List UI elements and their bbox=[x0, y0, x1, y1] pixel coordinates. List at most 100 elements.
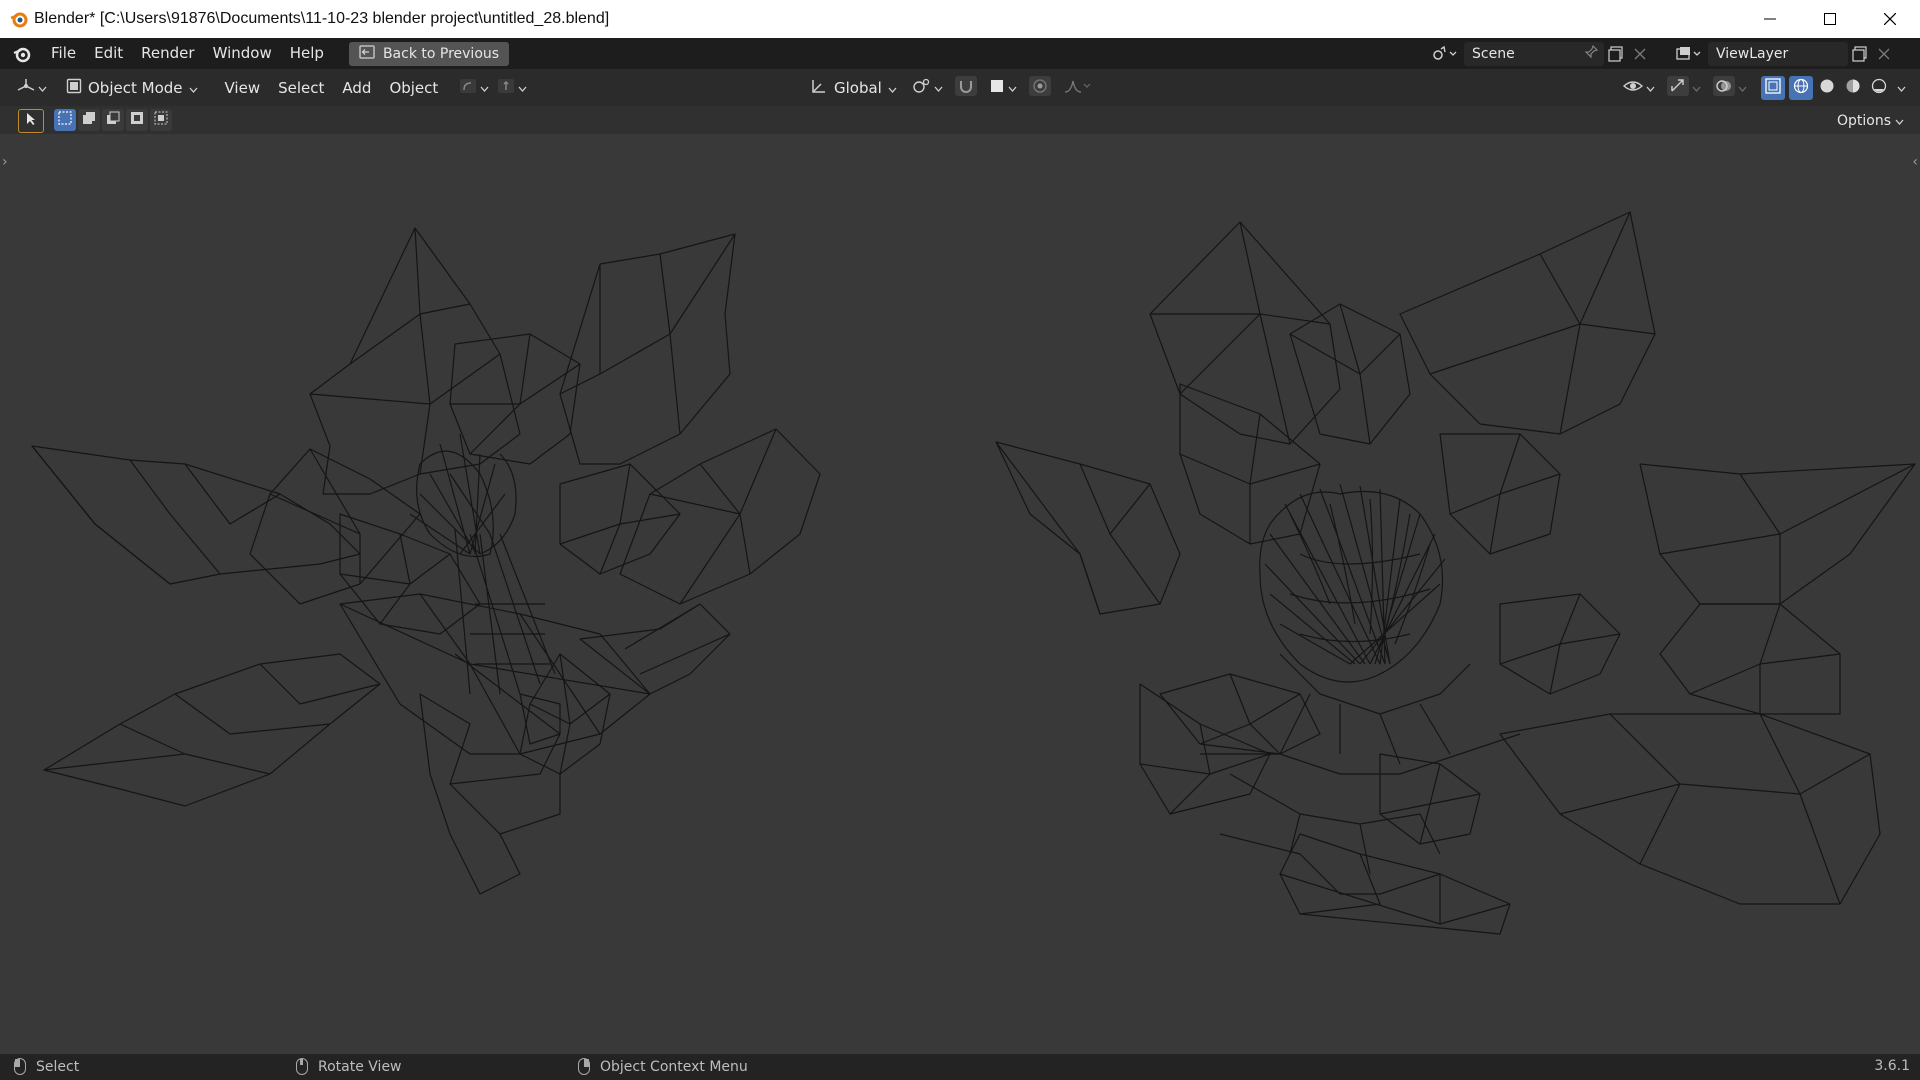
select-tool-button[interactable] bbox=[18, 109, 44, 133]
scene-name-field[interactable]: Scene bbox=[1464, 42, 1604, 66]
menu-object[interactable]: Object bbox=[380, 79, 447, 97]
selection-mode-group bbox=[54, 109, 172, 131]
back-to-previous-button[interactable]: Back to Previous bbox=[348, 41, 510, 66]
xray-toggle[interactable] bbox=[1761, 76, 1785, 100]
minimize-button[interactable] bbox=[1740, 0, 1800, 38]
chevron-down-icon bbox=[934, 80, 943, 96]
shading-mode-group bbox=[1789, 75, 1910, 101]
menu-help[interactable]: Help bbox=[281, 38, 333, 69]
chevron-down-icon bbox=[1738, 80, 1747, 96]
menu-window[interactable]: Window bbox=[204, 38, 281, 69]
status-left-click-label: Select bbox=[36, 1058, 80, 1075]
chevron-down-icon bbox=[1646, 80, 1655, 96]
snap-increment-icon bbox=[989, 78, 1005, 98]
3d-viewport[interactable]: › ‹ bbox=[0, 134, 1920, 1054]
scene-selector: Scene bbox=[1428, 42, 1652, 66]
overlays-icon bbox=[1713, 76, 1735, 100]
options-label: Options bbox=[1836, 113, 1891, 129]
editor-type-dropdown[interactable] bbox=[12, 75, 50, 101]
remove-scene-icon[interactable] bbox=[1628, 42, 1652, 66]
orientation-label: Global bbox=[834, 79, 882, 97]
mouse-left-click-icon bbox=[14, 1058, 26, 1075]
rendered-sphere-icon bbox=[1871, 78, 1887, 98]
object-mode-dropdown[interactable]: Object Mode bbox=[58, 74, 206, 101]
viewport-display-tools bbox=[1619, 75, 1910, 101]
falloff-dropdown[interactable] bbox=[1059, 75, 1097, 101]
blender-version: 3.6.1 bbox=[1874, 1058, 1910, 1074]
select-invert-button[interactable] bbox=[126, 109, 148, 131]
blender-logo-icon[interactable] bbox=[10, 42, 34, 66]
new-view-layer-icon[interactable] bbox=[1848, 42, 1872, 66]
3d-viewport-icon bbox=[16, 78, 36, 98]
view-layer-browse-dropdown[interactable] bbox=[1672, 42, 1708, 66]
select-new-icon bbox=[58, 111, 72, 129]
menu-add[interactable]: Add bbox=[333, 79, 380, 97]
snap-target-dropdown[interactable] bbox=[985, 75, 1021, 101]
cursor-arrow-icon bbox=[25, 112, 37, 130]
view-layer-name: ViewLayer bbox=[1716, 46, 1789, 62]
menu-edit[interactable]: Edit bbox=[85, 38, 132, 69]
close-button[interactable] bbox=[1860, 0, 1920, 38]
pivot-icon bbox=[911, 78, 931, 98]
menu-file[interactable]: File bbox=[42, 38, 85, 69]
status-right-click-label: Object Context Menu bbox=[600, 1058, 748, 1075]
overlays-toggle[interactable] bbox=[1709, 75, 1751, 101]
status-right-click: Object Context Menu bbox=[578, 1058, 748, 1075]
eye-icon bbox=[1622, 78, 1644, 98]
wireframe-shading-button[interactable] bbox=[1789, 76, 1813, 100]
select-invert-icon bbox=[130, 111, 144, 129]
gizmo-dropdown[interactable] bbox=[493, 75, 531, 101]
gizmos-toggle[interactable] bbox=[1663, 75, 1705, 101]
status-middle-click-label: Rotate View bbox=[318, 1058, 402, 1075]
select-intersect-icon bbox=[154, 111, 168, 129]
select-subtract-button[interactable] bbox=[102, 109, 124, 131]
proportional-editing-toggle[interactable] bbox=[1025, 75, 1055, 101]
options-dropdown[interactable]: Options bbox=[1829, 109, 1912, 133]
window-titlebar: Blender* [C:\Users\91876\Documents\11-10… bbox=[0, 0, 1920, 38]
select-extend-button[interactable] bbox=[78, 109, 100, 131]
right-flower-wireframe bbox=[995, 211, 1916, 935]
gizmo-icon bbox=[497, 78, 515, 98]
chevron-down-icon bbox=[1897, 80, 1906, 96]
link-dropdown[interactable] bbox=[455, 75, 493, 101]
menu-view[interactable]: View bbox=[216, 79, 270, 97]
select-subtract-icon bbox=[106, 111, 120, 129]
transform-orientation-dropdown[interactable]: Global bbox=[804, 77, 903, 99]
status-bar: Select Rotate View Object Context Menu 3… bbox=[0, 1054, 1920, 1080]
new-scene-icon[interactable] bbox=[1604, 42, 1628, 66]
proportional-edit-icon bbox=[1028, 76, 1051, 100]
remove-view-layer-icon[interactable] bbox=[1872, 42, 1896, 66]
chevron-down-icon bbox=[1692, 80, 1701, 96]
wireframe-sphere-icon bbox=[1793, 78, 1809, 98]
view-layer-name-field[interactable]: ViewLayer bbox=[1708, 42, 1848, 66]
chevron-down-icon bbox=[1895, 113, 1904, 129]
left-flower-wireframe bbox=[31, 227, 821, 895]
menu-select[interactable]: Select bbox=[269, 79, 333, 97]
pivot-point-dropdown[interactable] bbox=[907, 75, 947, 101]
blender-topbar: File Edit Render Window Help Back to Pre… bbox=[0, 38, 1920, 69]
mouse-middle-click-icon bbox=[296, 1058, 308, 1075]
link-icon bbox=[459, 78, 477, 98]
scene-browse-dropdown[interactable] bbox=[1428, 42, 1464, 66]
shading-options-dropdown[interactable] bbox=[1893, 75, 1910, 101]
status-middle-click: Rotate View bbox=[296, 1058, 402, 1075]
solid-sphere-icon bbox=[1819, 78, 1835, 98]
material-preview-button[interactable] bbox=[1841, 76, 1865, 100]
mouse-right-click-icon bbox=[578, 1058, 590, 1075]
snap-toggle[interactable] bbox=[951, 75, 981, 101]
object-mode-icon bbox=[66, 78, 82, 98]
object-mode-label: Object Mode bbox=[88, 78, 183, 97]
viewport-header: Object Mode View Select Add Object Globa… bbox=[0, 69, 1920, 106]
select-intersect-button[interactable] bbox=[150, 109, 172, 131]
material-sphere-icon bbox=[1845, 78, 1861, 98]
visibility-dropdown[interactable] bbox=[1619, 75, 1659, 101]
menu-render[interactable]: Render bbox=[132, 38, 203, 69]
rendered-shading-button[interactable] bbox=[1867, 76, 1891, 100]
pin-icon[interactable] bbox=[1584, 44, 1599, 63]
back-screen-icon bbox=[359, 44, 375, 63]
chevron-down-icon bbox=[480, 80, 489, 96]
solid-shading-button[interactable] bbox=[1815, 76, 1839, 100]
select-new-button[interactable] bbox=[54, 109, 76, 131]
view-layer-selector: ViewLayer bbox=[1672, 42, 1896, 66]
maximize-button[interactable] bbox=[1800, 0, 1860, 38]
